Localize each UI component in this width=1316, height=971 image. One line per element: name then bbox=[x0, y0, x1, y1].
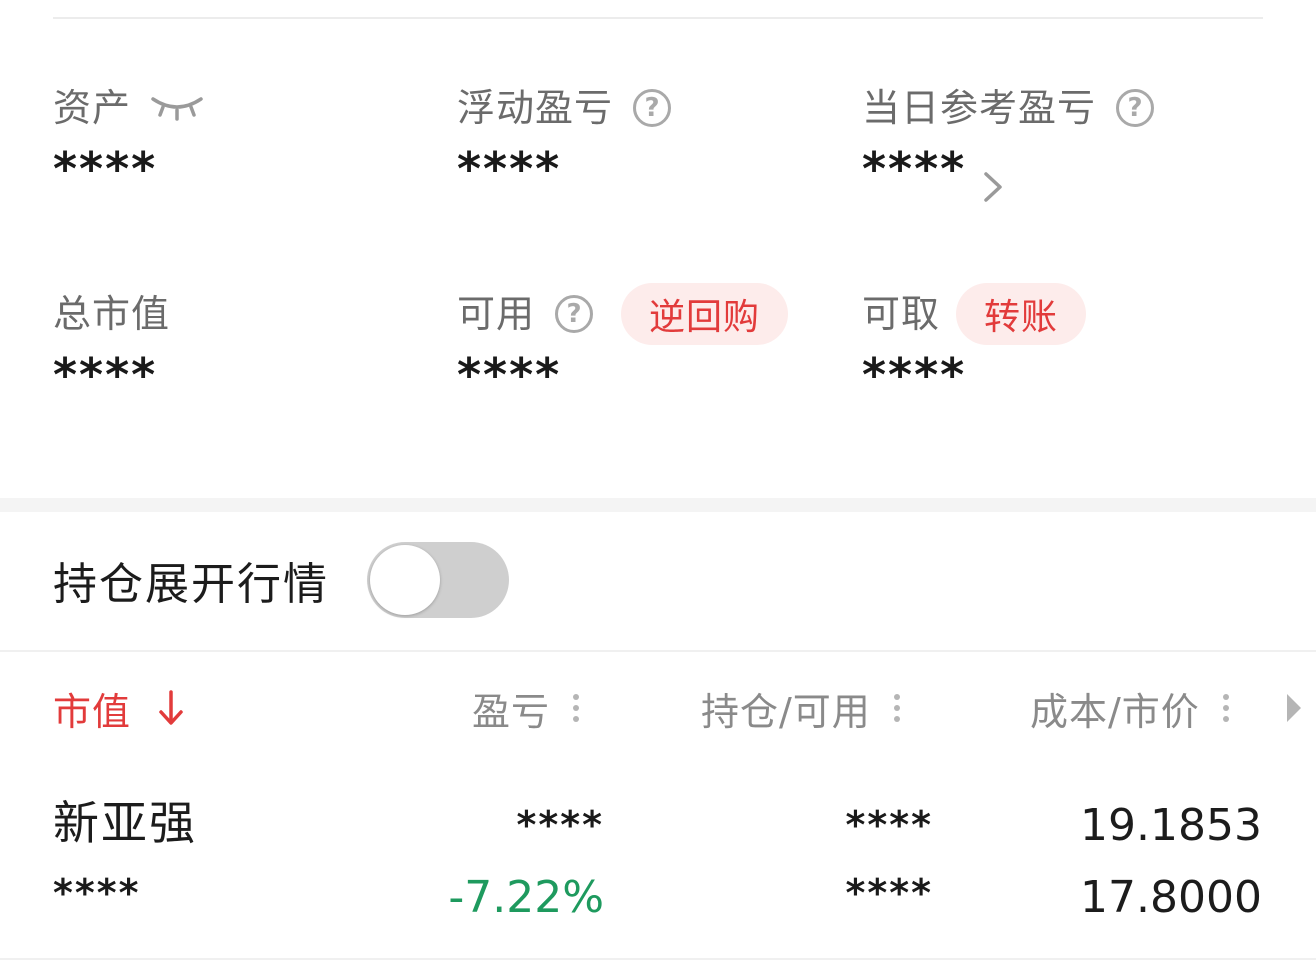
top-divider bbox=[53, 17, 1263, 19]
row-pnl: **** bbox=[516, 803, 604, 847]
daily-pnl-label: 当日参考盈亏 bbox=[862, 86, 1097, 130]
row-divider bbox=[0, 650, 1316, 652]
assets-page: 资产 **** 浮动盈亏 ? **** 当日参考盈亏 ? **** 总市值 **… bbox=[0, 0, 1316, 971]
question-icon[interactable]: ? bbox=[633, 89, 672, 127]
row-market-value: **** bbox=[53, 871, 141, 915]
floating-pnl-cell: 浮动盈亏 ? **** bbox=[457, 80, 672, 196]
available-label: 可用 bbox=[457, 292, 536, 336]
position-quote-toggle-row: 持仓展开行情 bbox=[53, 540, 509, 620]
withdrawable-cell: 可取 转账 **** bbox=[862, 283, 1087, 402]
daily-pnl-cell[interactable]: 当日参考盈亏 ? **** bbox=[862, 80, 1155, 202]
row-available: **** bbox=[845, 871, 933, 915]
scroll-right-icon[interactable] bbox=[1285, 692, 1303, 724]
column-header-position[interactable]: 持仓/可用 bbox=[701, 680, 901, 736]
more-vertical-icon[interactable] bbox=[1222, 693, 1230, 723]
available-value: **** bbox=[457, 348, 562, 402]
market-value-cell: 总市值 **** bbox=[53, 286, 170, 398]
more-vertical-icon[interactable] bbox=[893, 693, 901, 723]
available-cell: 可用 ? 逆回购 **** bbox=[457, 283, 789, 402]
column-header-position-label: 持仓/可用 bbox=[701, 689, 871, 734]
row-pnl-percent: -7.22% bbox=[448, 872, 604, 923]
row-position: **** bbox=[845, 803, 933, 847]
column-header-cost-price-label: 成本/市价 bbox=[1030, 689, 1200, 734]
column-header-cost-price[interactable]: 成本/市价 bbox=[1030, 680, 1230, 736]
row-price: 17.8000 bbox=[1080, 872, 1262, 923]
transfer-button[interactable]: 转账 bbox=[956, 283, 1087, 345]
position-quote-toggle[interactable] bbox=[367, 542, 509, 618]
more-vertical-icon[interactable] bbox=[572, 693, 580, 723]
column-header-pnl-label: 盈亏 bbox=[472, 689, 551, 734]
total-assets-label: 资产 bbox=[53, 86, 132, 130]
reverse-repo-button[interactable]: 逆回购 bbox=[621, 283, 789, 345]
row-cost: 19.1853 bbox=[1080, 800, 1262, 851]
floating-pnl-value: **** bbox=[457, 142, 562, 196]
toggle-knob bbox=[370, 545, 440, 615]
bottom-divider bbox=[0, 958, 1316, 960]
daily-pnl-value: **** bbox=[862, 142, 967, 196]
eye-closed-icon[interactable] bbox=[149, 93, 205, 123]
market-value-value: **** bbox=[53, 348, 158, 402]
withdrawable-value: **** bbox=[862, 348, 967, 402]
total-assets-cell: 资产 **** bbox=[53, 80, 205, 192]
total-assets-value: **** bbox=[53, 142, 158, 196]
column-header-market-value[interactable]: 市值 bbox=[53, 680, 185, 736]
position-quote-toggle-label: 持仓展开行情 bbox=[53, 559, 329, 610]
stock-name: 新亚强 bbox=[53, 796, 197, 850]
section-separator bbox=[0, 498, 1316, 512]
column-header-market-value-label: 市值 bbox=[53, 689, 132, 734]
column-header-pnl[interactable]: 盈亏 bbox=[472, 680, 580, 736]
chevron-right-icon[interactable] bbox=[980, 168, 1006, 206]
sort-descending-icon bbox=[159, 690, 183, 725]
floating-pnl-label: 浮动盈亏 bbox=[457, 86, 614, 130]
market-value-label: 总市值 bbox=[53, 292, 171, 336]
question-icon[interactable]: ? bbox=[555, 295, 594, 333]
question-icon[interactable]: ? bbox=[1116, 89, 1155, 127]
withdrawable-label: 可取 bbox=[862, 292, 941, 336]
